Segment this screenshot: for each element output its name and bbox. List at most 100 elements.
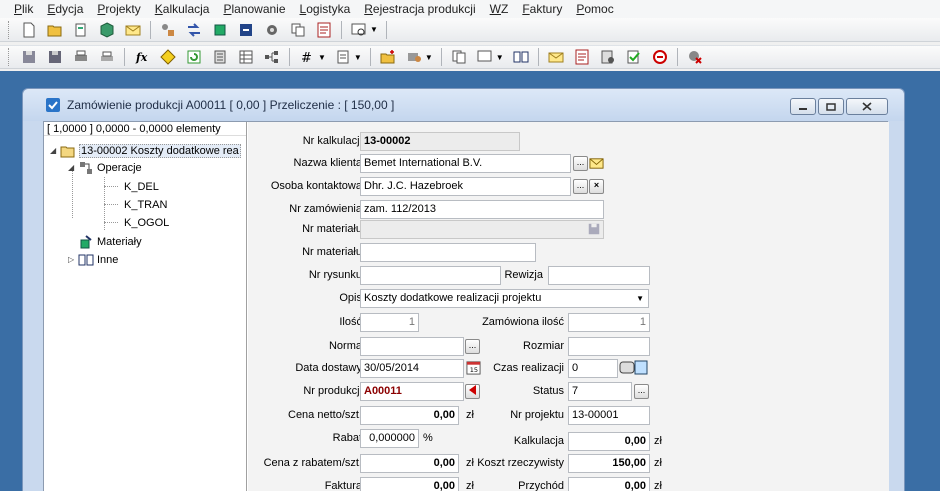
expand-triangle-icon[interactable]: ▷ — [68, 255, 78, 264]
nr-projektu-field[interactable]: 13-00001 — [568, 406, 650, 425]
chevron-down-icon[interactable]: ▼ — [318, 53, 326, 62]
mail-icon[interactable] — [547, 48, 565, 66]
nr-zamowienia-field[interactable]: zam. 112/2013 — [360, 200, 604, 219]
report-icon[interactable] — [315, 21, 333, 39]
mail-icon[interactable] — [589, 156, 604, 174]
export-icon[interactable] — [237, 21, 255, 39]
opis-select[interactable]: Koszty dodatkowe realizacji projektu ▼ — [360, 289, 649, 308]
save-icon[interactable] — [20, 48, 38, 66]
osoba-kontaktowa-field[interactable]: Dhr. J.C. Hazebroek — [360, 177, 571, 196]
tree-node-k-ogol[interactable]: K_OGOL — [124, 214, 169, 231]
warning-icon[interactable] — [159, 48, 177, 66]
menu-projekty[interactable]: Projekty — [97, 2, 140, 16]
process-icon[interactable] — [159, 21, 177, 39]
czas-realizacji-field[interactable]: 0 — [568, 359, 618, 378]
table-icon[interactable] — [237, 48, 255, 66]
menu-rejestracja[interactable]: Rejestracja produkcji — [364, 2, 475, 16]
menu-faktury[interactable]: Faktury — [522, 2, 562, 16]
nr-materialu-2-field[interactable] — [360, 243, 536, 262]
chevron-down-icon[interactable]: ▼ — [370, 25, 378, 34]
settings-icon[interactable] — [263, 21, 281, 39]
calendar-icon[interactable]: 15 — [466, 360, 481, 378]
minimize-button[interactable] — [790, 98, 816, 115]
toolbar-grip[interactable] — [8, 20, 12, 39]
hierarchy-icon[interactable] — [263, 48, 281, 66]
invoice-icon[interactable] — [573, 48, 591, 66]
faktura-unit: zł — [466, 480, 474, 491]
cena-z-rabatem-field[interactable]: 0,00 — [360, 454, 459, 473]
cena-z-rabatem-label: Cena z rabatem/szt. — [263, 457, 362, 469]
data-dostawy-field[interactable]: 30/05/2014 — [360, 359, 464, 378]
rewizja-field[interactable] — [548, 266, 650, 285]
structure-tree[interactable]: [ 1,0000 ] 0,0000 - 0,0000 elementy ◢ 13… — [44, 122, 247, 491]
document-list-icon[interactable] — [334, 48, 352, 66]
chevron-down-icon[interactable]: ▼ — [496, 53, 504, 62]
norma-lookup-button[interactable]: ... — [465, 339, 480, 354]
refresh-icon[interactable] — [185, 48, 203, 66]
machine-icon[interactable] — [405, 48, 423, 66]
nazwa-klienta-field[interactable]: Bemet International B.V. — [360, 154, 571, 173]
rozmiar-field[interactable] — [568, 337, 650, 356]
transfer-icon[interactable] — [185, 21, 203, 39]
tree-node-operacje[interactable]: ◢ Operacje — [68, 159, 142, 176]
print-icon[interactable] — [72, 48, 90, 66]
menu-edycja[interactable]: Edycja — [47, 2, 83, 16]
menu-plik[interactable]: Plik — [14, 2, 33, 16]
menu-wz[interactable]: WZ — [490, 2, 509, 16]
nr-produkcji-button[interactable] — [465, 384, 480, 399]
chevron-down-icon[interactable]: ▼ — [636, 290, 644, 307]
copy-document-icon[interactable] — [450, 48, 468, 66]
tree-node-k-del[interactable]: K_DEL — [124, 178, 159, 195]
preview-icon[interactable] — [350, 21, 368, 39]
stop-icon[interactable] — [651, 48, 669, 66]
collapse-triangle-icon[interactable]: ◢ — [50, 146, 60, 155]
copy-icon[interactable] — [289, 21, 307, 39]
menu-planowanie[interactable]: Planowanie — [223, 2, 285, 16]
save-icon[interactable] — [587, 222, 601, 239]
status-field[interactable]: 7 — [568, 382, 632, 401]
delete-settings-icon[interactable] — [686, 48, 704, 66]
clear-contact-button[interactable]: × — [589, 179, 604, 194]
material-icon[interactable] — [211, 21, 229, 39]
gear-document-icon[interactable] — [599, 48, 617, 66]
client-lookup-button[interactable]: ... — [573, 156, 588, 171]
norma-field[interactable] — [360, 337, 464, 356]
chevron-down-icon[interactable]: ▼ — [425, 53, 433, 62]
book-icon[interactable] — [512, 48, 530, 66]
calculator-icon[interactable] — [211, 48, 229, 66]
view-icon[interactable] — [476, 48, 494, 66]
new-document-icon[interactable] — [20, 21, 38, 39]
zamowiona-ilosc-field[interactable]: 1 — [568, 313, 650, 332]
window-titlebar[interactable]: Zamówienie produkcji A00011 [ 0,00 ] Prz… — [23, 89, 904, 121]
tree-node-materialy[interactable]: Materiały — [78, 233, 142, 250]
contact-lookup-button[interactable]: ... — [573, 179, 588, 194]
document-edit-icon[interactable] — [72, 21, 90, 39]
ilosc-field[interactable]: 1 — [360, 313, 419, 332]
function-icon[interactable]: fx — [133, 48, 151, 66]
tree-node-inne[interactable]: ▷ Inne — [68, 251, 118, 268]
time-calculator-icon[interactable] — [619, 359, 649, 379]
chevron-down-icon[interactable]: ▼ — [354, 53, 362, 62]
print-preview-icon[interactable] — [98, 48, 116, 66]
menu-kalkulacja[interactable]: Kalkulacja — [155, 2, 210, 16]
maximize-button[interactable] — [818, 98, 844, 115]
close-button[interactable] — [846, 98, 888, 115]
nr-zamowienia-label: Nr zamówienia — [289, 203, 362, 215]
cena-netto-field[interactable]: 0,00 — [360, 406, 459, 425]
grid-number-icon[interactable]: # — [298, 48, 316, 66]
toolbar-grip[interactable] — [8, 48, 12, 66]
envelope-icon[interactable] — [124, 21, 142, 39]
nr-rysunku-field[interactable] — [360, 266, 501, 285]
status-lookup-button[interactable]: ... — [634, 384, 649, 399]
box-3d-icon[interactable] — [98, 21, 116, 39]
tree-node-root[interactable]: ◢ 13-00002 Koszty dodatkowe rea — [50, 142, 241, 159]
check-document-icon[interactable] — [625, 48, 643, 66]
open-folder-icon[interactable] — [46, 21, 64, 39]
menu-pomoc[interactable]: Pomoc — [576, 2, 613, 16]
tree-node-k-tran[interactable]: K_TRAN — [124, 196, 167, 213]
menu-logistyka[interactable]: Logistyka — [300, 2, 351, 16]
new-folder-icon[interactable] — [379, 48, 397, 66]
save-all-icon[interactable] — [46, 48, 64, 66]
collapse-triangle-icon[interactable]: ◢ — [68, 163, 78, 172]
rabat-field[interactable]: 0,000000 — [360, 429, 419, 448]
